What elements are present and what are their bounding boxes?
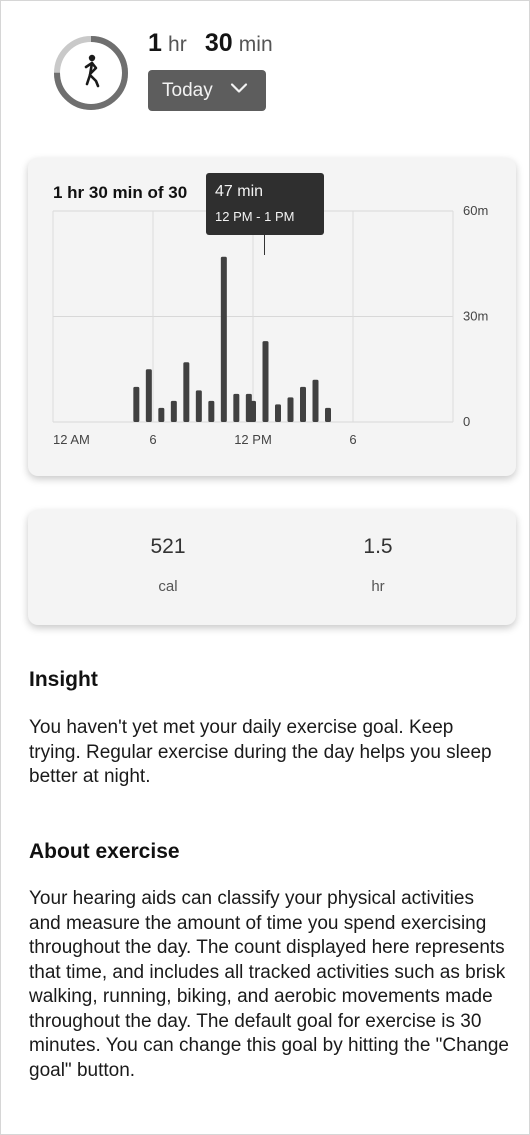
chart-bar [158,407,165,422]
x-tick-label: 6 [349,432,356,447]
chart-bar [325,407,331,422]
x-tick-label: 12 PM [234,432,272,447]
about-exercise-text: Your hearing aids can classify your phys… [29,888,509,1081]
chart-bar [233,393,240,422]
calories-value: 521 [150,535,186,558]
exercise-stats-card: 521 cal 1.5 hr [28,510,516,625]
y-tick-label: 0 [463,414,470,429]
exercise-progress-ring [52,34,130,112]
insight-heading: Insight [29,668,98,691]
tooltip-time-range: 12 PM - 1 PM [215,209,295,224]
y-tick-label: 30m [463,309,488,324]
minutes-unit: min [238,33,273,56]
chart-bar [145,369,152,422]
about-exercise-heading: About exercise [29,840,180,863]
hours-stat-value: 1.5 [363,535,393,558]
chart-bar [287,397,294,422]
chart-bar [250,400,256,422]
period-selected-label: Today [162,79,213,101]
person-exercising-icon [84,54,100,88]
x-tick-label: 12 AM [53,432,90,447]
tooltip-stem [264,235,265,255]
calories-label: cal [158,578,178,595]
hours-value: 1 [148,29,162,57]
y-tick-label: 60m [463,203,488,218]
chart-bar [133,386,140,422]
chart-bar [262,341,269,422]
chart-bar [170,400,177,422]
hours-stat-label: hr [371,578,385,595]
hours-unit: hr [168,33,187,56]
chart-goal-title: 1 hr 30 min of 30 [53,183,188,202]
exercise-total-headline: 1 hr 30 min [148,30,273,58]
chart-bar [183,362,190,422]
period-dropdown[interactable]: Today [148,70,266,111]
chart-bar [300,386,306,422]
exercise-chart-card: 12 AM 6 12 PM 6 60m 30m 0 1 hr 30 min of 30 47… [28,158,516,476]
tooltip-value: 47 min [215,183,264,200]
x-tick-label: 6 [149,432,156,447]
minutes-value: 30 [204,29,233,57]
chart-tooltip: 47 min 12 PM - 1 PM [206,173,324,235]
calories-stat: 521 cal [108,534,228,595]
hours-stat: 1.5 hr [318,534,438,595]
chart-bar [208,400,215,422]
chart-bar [312,379,319,422]
chart-bar [275,404,281,422]
chart-bar [220,256,227,422]
insight-text: You haven't yet met your daily exercise … [29,717,492,787]
chart-bar [195,390,202,422]
chevron-down-icon [230,83,248,93]
